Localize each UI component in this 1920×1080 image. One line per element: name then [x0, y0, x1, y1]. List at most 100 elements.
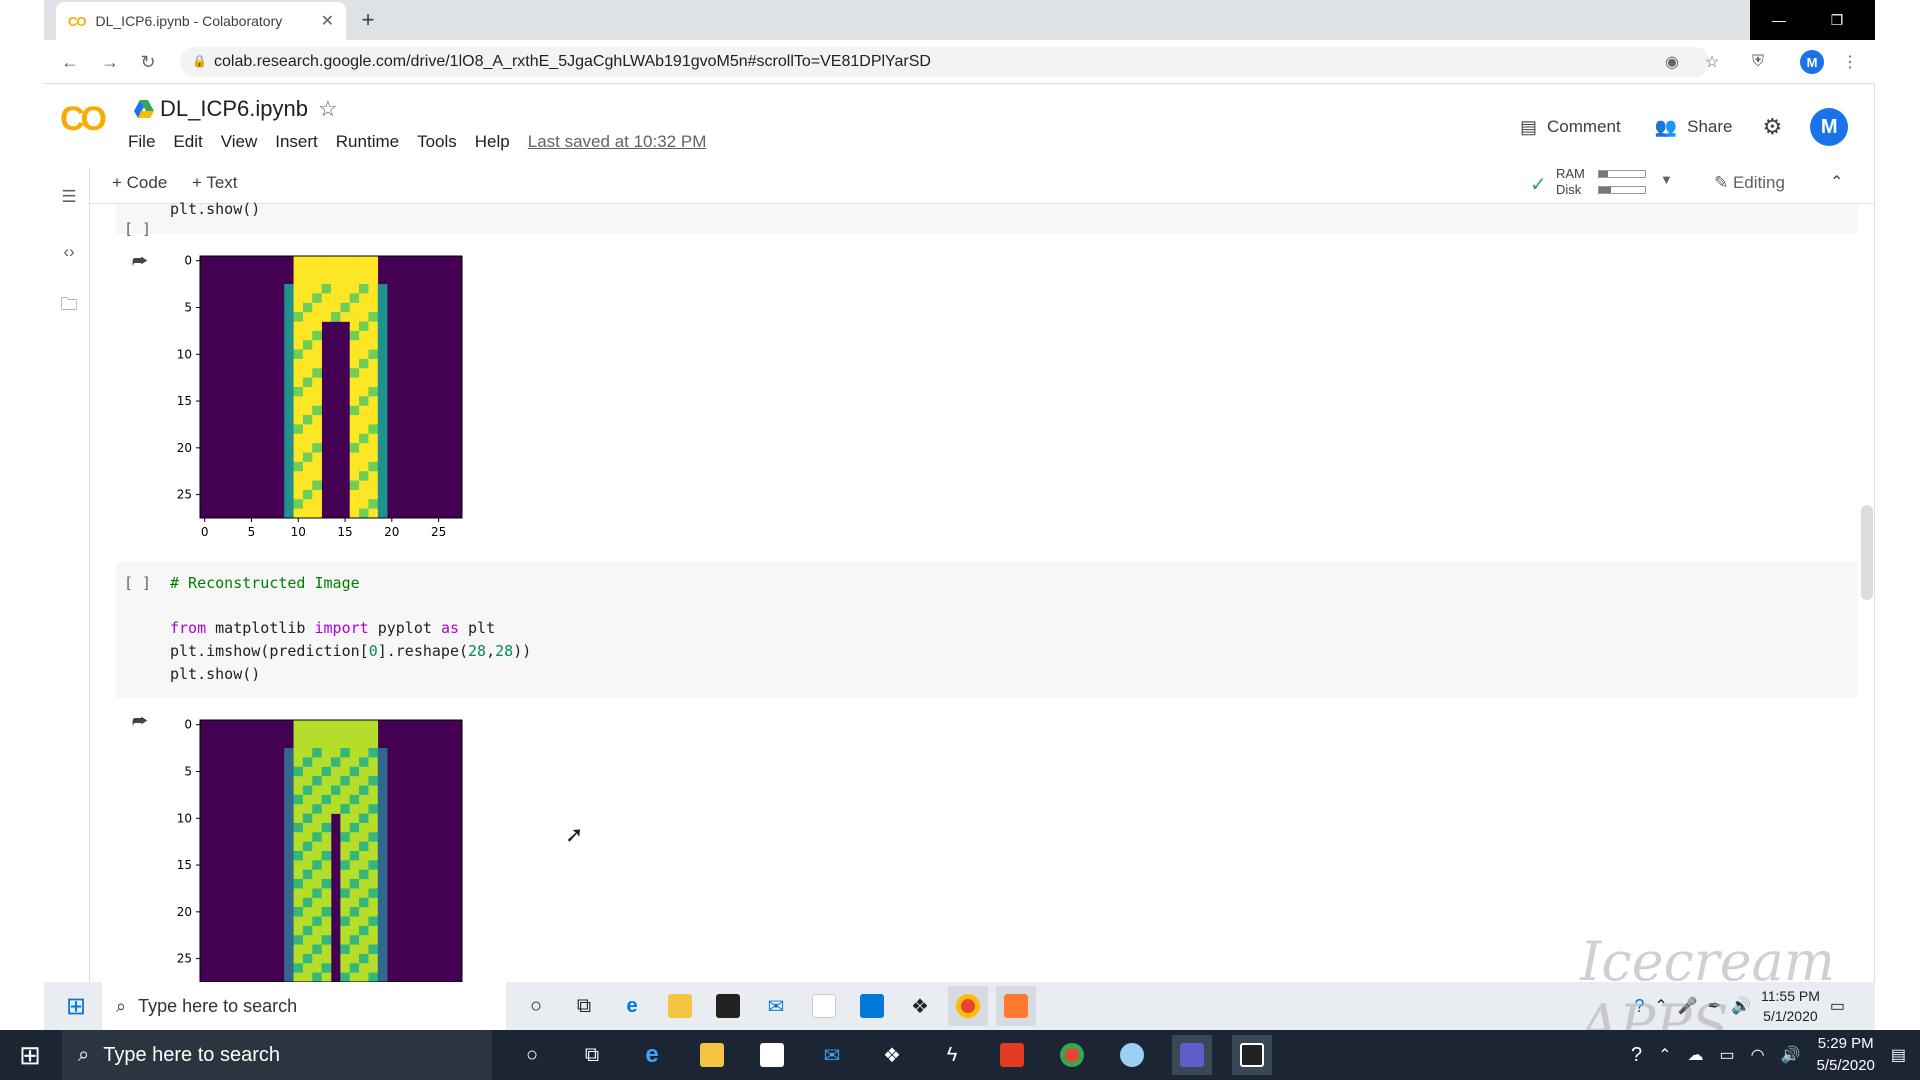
tab-colab[interactable]: CO DL_ICP6.ipynb - Colaboratory ✕ [56, 2, 346, 40]
run-cell-button[interactable]: [ ] [124, 574, 151, 592]
speaker-icon[interactable]: 🔊 [1781, 1045, 1801, 1065]
onedrive-icon[interactable]: ☁ [1687, 1045, 1703, 1065]
editing-mode-button[interactable]: ✎ Editing [1714, 173, 1785, 193]
image-pixel [377, 443, 388, 453]
edge-icon[interactable]: e [632, 1035, 672, 1075]
notebook-title[interactable]: DL_ICP6.ipynb [160, 96, 308, 122]
menu-edit[interactable]: Edit [173, 132, 202, 152]
chrome-icon[interactable] [948, 986, 988, 1026]
edge-icon[interactable]: e [612, 986, 652, 1026]
battery-icon[interactable]: ▭ [1719, 1045, 1734, 1065]
image-pixel [321, 916, 332, 927]
dropbox-icon[interactable]: ❖ [872, 1035, 912, 1075]
mail-icon[interactable]: ✉ [812, 1035, 852, 1075]
code-comment[interactable]: # Reconstructed Image [170, 572, 360, 595]
code-line[interactable]: plt.show() [170, 198, 260, 221]
teams-icon[interactable] [1172, 1035, 1212, 1075]
cortana-icon[interactable]: ○ [516, 986, 556, 1026]
inner-search-box[interactable]: ⌕ Type here to search [102, 982, 506, 1030]
lock-icon[interactable]: 🔒 [192, 54, 207, 68]
code-cell[interactable] [116, 204, 1858, 234]
image-pixel [284, 813, 294, 824]
settings-gear-icon[interactable]: ⚙ [1763, 114, 1783, 140]
add-text-button[interactable]: + Text [192, 173, 238, 193]
office-icon[interactable] [992, 1035, 1032, 1075]
image-pixel [312, 738, 322, 749]
image-pixel [312, 340, 322, 350]
account-avatar[interactable]: M [1810, 108, 1849, 146]
outer-clock[interactable]: 5:29 PM 5/5/2020 [1816, 1033, 1874, 1077]
menu-file[interactable]: File [128, 132, 155, 152]
image-pixel [321, 284, 332, 294]
shield-extension-icon[interactable]: ⛨ [1746, 50, 1770, 74]
code-line[interactable]: from matplotlib import pyplot as plt [170, 617, 495, 640]
image-pixel [284, 757, 294, 768]
app-s-icon[interactable]: ϟ [932, 1035, 972, 1075]
share-button[interactable]: Share [1687, 117, 1732, 137]
comment-button[interactable]: Comment [1547, 117, 1621, 137]
image-pixel [321, 302, 332, 313]
run-cell-button[interactable]: [ ] [124, 220, 151, 238]
back-icon[interactable]: ← [55, 48, 85, 76]
new-tab-button[interactable]: + [354, 6, 382, 34]
output-icon[interactable]: ⮫ [132, 252, 148, 272]
incognito-extension-icon[interactable]: ◉ [1660, 50, 1684, 74]
close-tab-icon[interactable]: ✕ [321, 11, 334, 31]
profile-avatar[interactable]: M [1800, 50, 1824, 74]
output-icon[interactable]: ⮫ [132, 712, 148, 732]
outer-search-box[interactable]: ⌕ Type here to search [62, 1030, 492, 1080]
recorder-icon[interactable] [996, 986, 1036, 1026]
add-code-button[interactable]: + Code [112, 173, 167, 193]
chevron-up-icon[interactable]: ⌃ [1658, 1045, 1671, 1065]
cortana-icon[interactable]: ○ [512, 1035, 552, 1075]
mail-icon[interactable]: ✉ [756, 986, 796, 1026]
reload-icon[interactable]: ↻ [133, 48, 163, 76]
file-explorer-icon[interactable] [660, 986, 700, 1026]
menu-insert[interactable]: Insert [275, 132, 318, 152]
bookmark-star-icon[interactable]: ☆ [1700, 50, 1724, 74]
menu-help[interactable]: Help [475, 132, 510, 152]
image-pixel [302, 785, 313, 796]
forward-icon[interactable]: → [95, 48, 125, 76]
file-explorer-icon[interactable] [692, 1035, 732, 1075]
video-player-icon[interactable] [1232, 1035, 1272, 1075]
amazon-icon[interactable] [804, 986, 844, 1026]
resource-monitor[interactable]: RAM Disk [1556, 166, 1585, 198]
menu-tools[interactable]: Tools [417, 132, 457, 152]
chrome-icon[interactable] [1052, 1035, 1092, 1075]
restore-window-icon[interactable]: ❐ [1808, 0, 1866, 40]
colab-logo[interactable]: CO [60, 100, 107, 139]
scrollbar-thumb[interactable] [1861, 505, 1873, 600]
code-line[interactable]: plt.show() [170, 663, 260, 686]
collapse-header-icon[interactable]: ⌃ [1830, 172, 1843, 192]
resource-dropdown-icon[interactable]: ▼ [1660, 172, 1673, 187]
store-icon[interactable] [708, 986, 748, 1026]
last-saved-link[interactable]: Last saved at 10:32 PM [528, 132, 707, 152]
image-pixel [349, 888, 360, 899]
wifi-icon[interactable]: ◠ [1751, 1045, 1765, 1065]
files-folder-icon[interactable]: 🗀 [56, 293, 82, 319]
menu-view[interactable]: View [221, 132, 258, 152]
code-line[interactable]: plt.imshow(prediction[0].reshape(28,28)) [170, 640, 531, 663]
code-snippets-icon[interactable]: ‹› [56, 239, 82, 265]
table-of-contents-icon[interactable]: ☰ [56, 184, 82, 210]
vscode-icon[interactable] [852, 986, 892, 1026]
help-icon[interactable]: ? [1631, 1044, 1642, 1067]
action-center-icon[interactable]: ▤ [1891, 1045, 1906, 1065]
dropbox-icon[interactable]: ❖ [900, 986, 940, 1026]
star-icon[interactable]: ☆ [318, 96, 338, 122]
image-pixel [321, 785, 332, 796]
task-view-icon[interactable]: ⧉ [572, 1035, 612, 1075]
paint-icon[interactable] [1112, 1035, 1152, 1075]
windows-start-icon[interactable]: ⊞ [56, 986, 96, 1026]
minimize-window-icon[interactable]: — [1750, 0, 1808, 40]
chrome-menu-icon[interactable]: ⋮ [1838, 50, 1862, 74]
url-input[interactable]: colab.research.google.com/drive/1lO8_A_r… [180, 47, 1710, 77]
code-num: 28 [495, 642, 514, 660]
image-pixel [312, 284, 322, 294]
store-icon[interactable] [752, 1035, 792, 1075]
windows-start-icon[interactable]: ⊞ [8, 1035, 52, 1075]
image-pixel [340, 302, 351, 313]
menu-runtime[interactable]: Runtime [336, 132, 399, 152]
task-view-icon[interactable]: ⧉ [564, 986, 604, 1026]
